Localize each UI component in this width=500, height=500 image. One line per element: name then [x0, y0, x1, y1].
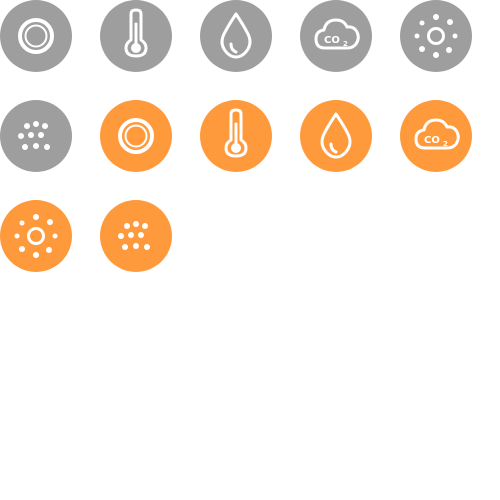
- ring-icon: [0, 0, 72, 72]
- svg-text:CO: CO: [424, 135, 440, 146]
- sun-dots-icon: [0, 200, 72, 272]
- water-drop-icon: [200, 0, 272, 72]
- svg-text:2: 2: [343, 40, 348, 48]
- particles-icon: [0, 100, 72, 172]
- particles-icon: [100, 200, 172, 272]
- svg-text:CO: CO: [324, 35, 340, 46]
- thermometer-icon: [200, 100, 272, 172]
- icon-grid: CO 2 CO 2: [0, 0, 500, 500]
- ring-icon: [100, 100, 172, 172]
- water-drop-icon: [300, 100, 372, 172]
- sun-dots-icon: [400, 0, 472, 72]
- thermometer-icon: [100, 0, 172, 72]
- co2-cloud-icon: CO 2: [300, 0, 372, 72]
- co2-cloud-icon: CO 2: [400, 100, 472, 172]
- svg-text:2: 2: [443, 140, 448, 148]
